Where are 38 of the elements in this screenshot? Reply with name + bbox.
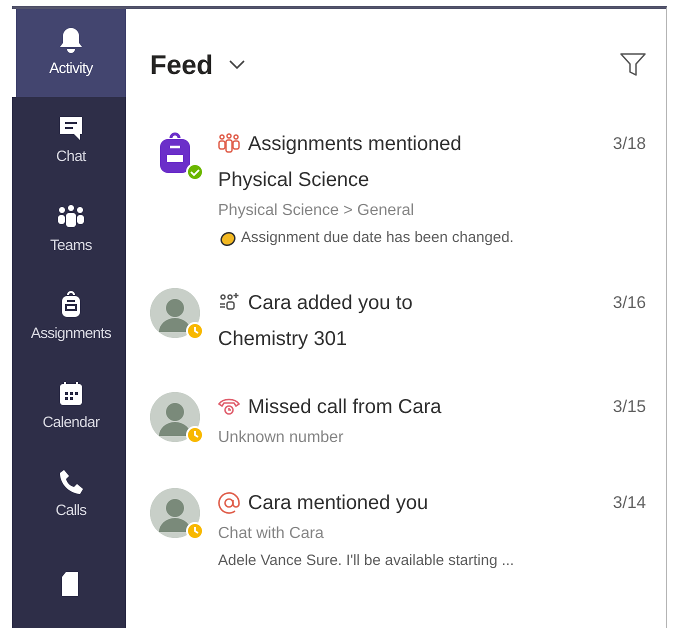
notification-date: 3/15 [612,396,646,418]
phone-icon [218,396,240,418]
sidebar-item[interactable]: Assignments [12,274,126,363]
bell-icon [57,26,85,54]
sidebar-item[interactable]: Teams [12,186,126,274]
message-preview: Assignment due date has been changed. [241,228,514,248]
avatar-silhouette-icon [150,392,200,442]
notification-heading: Physical Science [218,169,370,191]
notification-date: 3/14 [612,492,646,514]
available-status-icon [186,163,204,181]
notification-location: Unknown number [218,428,344,446]
sidebar-item[interactable]: Calendar [12,362,126,452]
notification-title[interactable]: Cara mentioned you [248,488,428,518]
away-status-icon [186,522,204,540]
calendar-icon [57,380,85,408]
chat-icon [57,114,85,142]
notification-date: 3/18 [612,133,646,156]
notification-title[interactable]: Cara added you to [248,288,413,318]
notification-location: Chat with Cara [218,524,324,542]
sidebar-item[interactable]: Activity [12,9,126,98]
away-status-icon [186,426,204,444]
people-icon [218,133,240,155]
sidebar-item[interactable]: Calls [12,451,126,540]
notification-location: Physical Science > General [218,202,414,219]
feed-title[interactable]: Feed [150,44,214,86]
sidebar-item[interactable]: Chat [12,97,126,186]
chevron-down-icon[interactable] [229,60,246,70]
notification-date: 3/16 [612,292,646,314]
avatar-silhouette-icon [150,288,200,338]
phone-icon [57,468,85,496]
notification-title[interactable]: Assignments mentioned [248,129,462,159]
notification-heading: Chemistry 301 [218,328,347,350]
message-preview: Adele Vance Sure. I'll be available starting ... [218,550,514,570]
filter-icon[interactable] [620,53,646,77]
avatar-silhouette-icon [150,488,200,538]
at-sign-icon [218,492,240,514]
away-status-icon [186,322,204,340]
notification-title[interactable]: Missed call from Cara [248,392,442,422]
